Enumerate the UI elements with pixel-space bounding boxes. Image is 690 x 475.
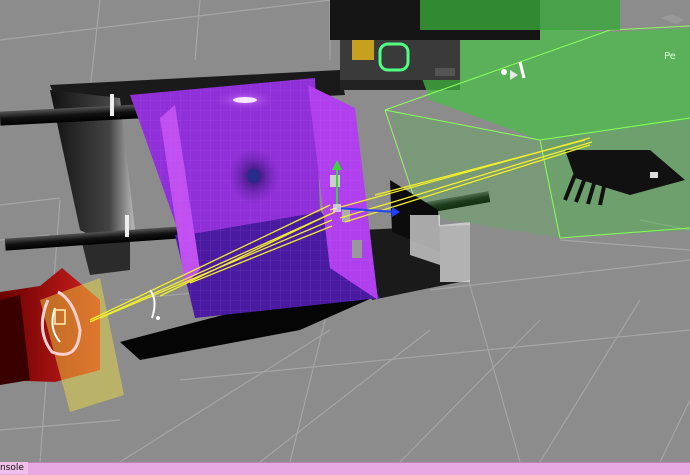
lens-dot <box>156 316 160 320</box>
yellow-device[interactable] <box>352 40 374 60</box>
wall-light-strip-2 <box>125 215 129 237</box>
device-small-1[interactable] <box>330 175 340 187</box>
console-tab[interactable]: nsole <box>0 462 28 474</box>
gizmo-dot-1 <box>501 69 507 75</box>
wall-light-strip <box>110 94 114 116</box>
emblem-core <box>247 169 261 183</box>
green-block-top <box>420 0 620 30</box>
gizmo-center[interactable] <box>333 204 341 212</box>
receiver-socket <box>650 172 658 178</box>
scene-viewport[interactable]: Pe <box>0 0 690 462</box>
scene-gizmo-label[interactable]: Pe <box>664 51 676 62</box>
wall-light-strip-3 <box>435 68 455 76</box>
status-bar <box>0 462 690 475</box>
scene-canvas[interactable] <box>0 0 690 462</box>
light-fixture <box>233 97 257 103</box>
pit-right-inner <box>440 222 470 282</box>
device-small-2[interactable] <box>352 240 362 258</box>
